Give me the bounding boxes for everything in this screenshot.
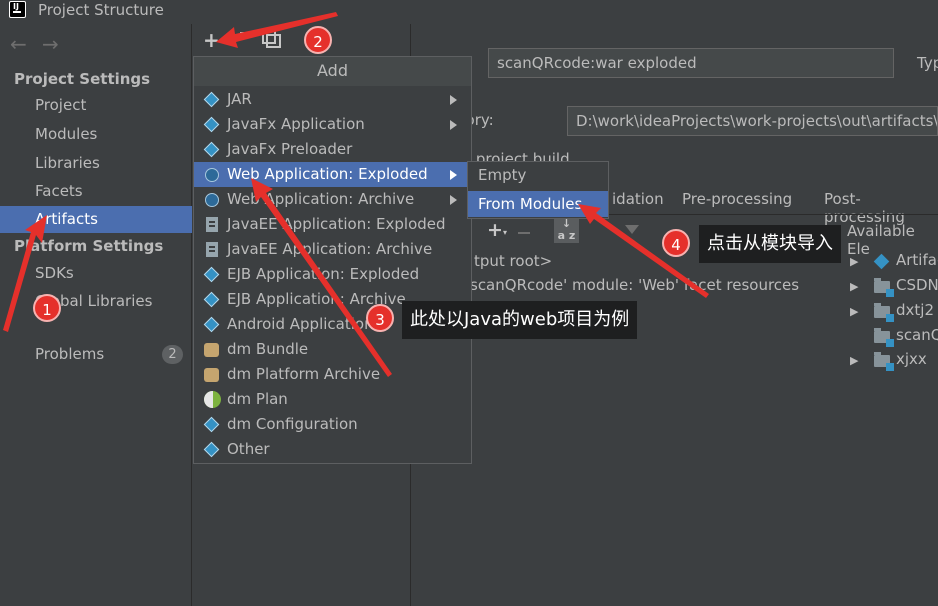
module-folder-icon — [874, 303, 894, 322]
submenu-item-from-modules[interactable]: From Modules... — [468, 191, 608, 217]
sort-az-icon[interactable]: ↓ a z — [554, 218, 579, 243]
callout-java-web-example: 此处以Java的web项目为例 — [402, 301, 638, 339]
expand-arrow-icon[interactable]: ▶ — [850, 280, 858, 293]
menu-item-web-application-exploded[interactable]: Web Application: Exploded — [194, 162, 471, 187]
sidebar-item-global-libraries[interactable]: Global Libraries — [0, 288, 192, 315]
menu-item-dm-bundle[interactable]: dm Bundle — [194, 337, 471, 362]
window-title: Project Structure — [38, 1, 164, 19]
step-marker-4: 4 — [662, 229, 690, 257]
sidebar-item-libraries[interactable]: Libraries — [0, 150, 192, 177]
module-folder-icon — [874, 352, 894, 371]
menu-item-javaee-application-exploded[interactable]: JavaEE Application: Exploded — [194, 212, 471, 237]
menu-item-dm-configuration[interactable]: dm Configuration — [194, 412, 471, 437]
step-marker-1: 1 — [33, 294, 61, 322]
diamond-icon — [203, 316, 220, 333]
globe-icon — [204, 192, 220, 208]
diamond-icon — [203, 141, 220, 158]
available-tree-item[interactable]: CSDN — [896, 276, 938, 294]
diamond-icon — [203, 416, 220, 433]
available-tree-item[interactable]: xjxx — [896, 350, 927, 368]
submenu-arrow-icon — [450, 95, 457, 105]
problems-count-badge: 2 — [162, 345, 183, 364]
title-bar: IJ Project Structure — [0, 0, 938, 24]
forward-arrow-icon[interactable]: → — [42, 32, 59, 56]
expand-arrow-icon[interactable]: ▶ — [850, 255, 858, 268]
submenu-arrow-icon — [450, 120, 457, 130]
back-arrow-icon[interactable]: ← — [10, 32, 27, 56]
callout-import-from-modules: 点击从模块导入 — [699, 225, 841, 263]
platform-settings-header: Platform Settings — [14, 237, 164, 255]
available-tree-item[interactable]: Artifac — [896, 251, 938, 269]
sidebar-item-facets[interactable]: Facets — [0, 178, 192, 205]
project-settings-header: Project Settings — [14, 70, 151, 88]
remove-layout-element-button[interactable] — [518, 232, 530, 234]
diamond-icon — [203, 291, 220, 308]
menu-item-javafx-application[interactable]: JavaFx Application — [194, 112, 471, 137]
output-directory-field[interactable]: D:\work\ideaProjects\work-projects\out\a… — [567, 106, 938, 136]
bundle-icon — [204, 367, 220, 383]
sidebar-item-artifacts[interactable]: Artifacts — [0, 206, 192, 233]
menu-item-web-application-archive[interactable]: Web Application: Archive — [194, 187, 471, 212]
add-dropdown-icon[interactable]: ▾ — [503, 228, 507, 237]
menu-item-dm-plan[interactable]: dm Plan — [194, 387, 471, 412]
jar-icon — [204, 242, 220, 258]
copy-artifact-button[interactable] — [262, 30, 281, 48]
available-tree-item[interactable]: dxtj2 — [896, 301, 934, 319]
module-folder-icon — [874, 278, 894, 297]
menu-item-dm-platform-archive[interactable]: dm Platform Archive — [194, 362, 471, 387]
bundle-icon — [204, 342, 220, 358]
add-layout-element-button[interactable]: + — [487, 219, 503, 241]
diamond-icon — [203, 91, 220, 108]
available-tree-item[interactable]: scanQ — [896, 326, 938, 344]
tab-post-processing[interactable]: Post-processing — [824, 190, 938, 226]
diamond-icon — [203, 441, 220, 458]
menu-item-javaee-application-archive[interactable]: JavaEE Application: Archive — [194, 237, 471, 262]
intellij-logo-icon: IJ — [9, 1, 26, 18]
step-marker-2: 2 — [304, 26, 332, 54]
diamond-icon — [203, 116, 220, 133]
submenu-arrow-icon — [450, 170, 457, 180]
tab-pre-processing[interactable]: Pre-processing — [682, 190, 792, 208]
sidebar-item-project[interactable]: Project — [0, 92, 192, 119]
add-artifact-button[interactable]: + — [203, 28, 220, 52]
menu-item-jar[interactable]: JAR — [194, 87, 471, 112]
move-down-icon[interactable] — [625, 225, 639, 234]
menu-item-other[interactable]: Other — [194, 437, 471, 462]
globe-icon — [204, 167, 220, 183]
type-label: Typ — [917, 54, 938, 72]
plan-icon — [204, 391, 221, 408]
menu-item-ejb-application-exploded[interactable]: EJB Application: Exploded — [194, 262, 471, 287]
submenu-item-empty[interactable]: Empty — [468, 162, 608, 188]
submenu-arrow-icon — [450, 195, 457, 205]
tab-validation[interactable]: idation — [612, 190, 664, 208]
sidebar-item-sdks[interactable]: SDKs — [0, 260, 192, 287]
menu-item-javafx-preloader[interactable]: JavaFx Preloader — [194, 137, 471, 162]
expand-arrow-icon[interactable]: ▶ — [850, 354, 858, 367]
sidebar-item-modules[interactable]: Modules — [0, 121, 192, 148]
expand-arrow-icon[interactable]: ▶ — [850, 305, 858, 318]
output-root-node[interactable]: tput root> — [474, 252, 552, 270]
module-folder-icon — [874, 328, 894, 347]
artifact-name-field[interactable]: scanQRcode:war exploded — [488, 48, 894, 78]
diamond-icon — [203, 266, 220, 283]
popup-title: Add — [194, 57, 471, 86]
jar-icon — [204, 217, 220, 233]
step-marker-3: 3 — [366, 304, 394, 332]
web-facet-resources-node[interactable]: scanQRcode' module: 'Web' facet resource… — [470, 276, 799, 294]
remove-artifact-button[interactable] — [240, 32, 250, 34]
